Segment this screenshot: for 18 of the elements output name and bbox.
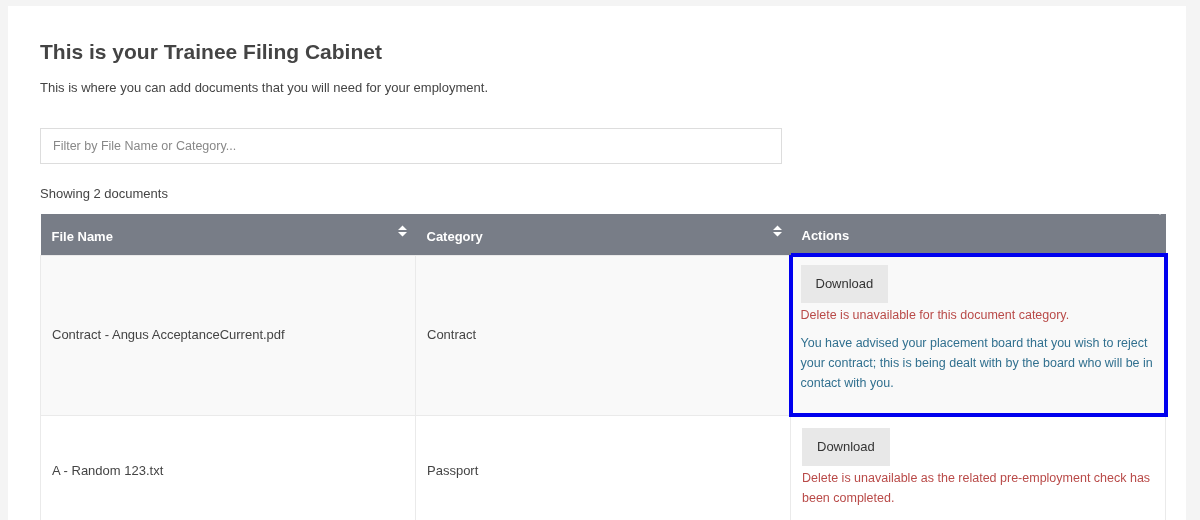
download-button[interactable]: Download [800,265,889,303]
document-count: Showing 2 documents [40,184,169,203]
error-message: Delete is unavailable as the related pre-employment check has been completed. [802,470,1152,507]
error-message: Delete is unavailable for this document category. [800,307,1071,324]
category-cell: Contract [427,327,477,343]
file-name-cell: A - Random 123.txt [52,463,164,478]
file-name-cell: Contract - Angus AcceptanceCurrent.pdf [52,327,285,343]
page-title: This is your Trainee Filing Cabinet [40,39,383,65]
filter-field[interactable]: Filter by File Name or Category... [40,127,782,164]
sort-icon[interactable] [772,225,782,237]
category-cell: Passport [427,463,479,478]
column-header[interactable]: Category [415,214,791,255]
column-header[interactable]: File Name [40,214,416,255]
sort-icon[interactable] [397,225,407,237]
download-button[interactable]: Download [802,428,890,466]
info-message: You have advised your placement board that you wish to reject your contract; this is being dealt with by the board who will be in contact with you. [800,335,1154,392]
column-header: Actions [790,214,1166,255]
intro-text: This is where you can add documents that you will need for your employment. [40,79,489,97]
